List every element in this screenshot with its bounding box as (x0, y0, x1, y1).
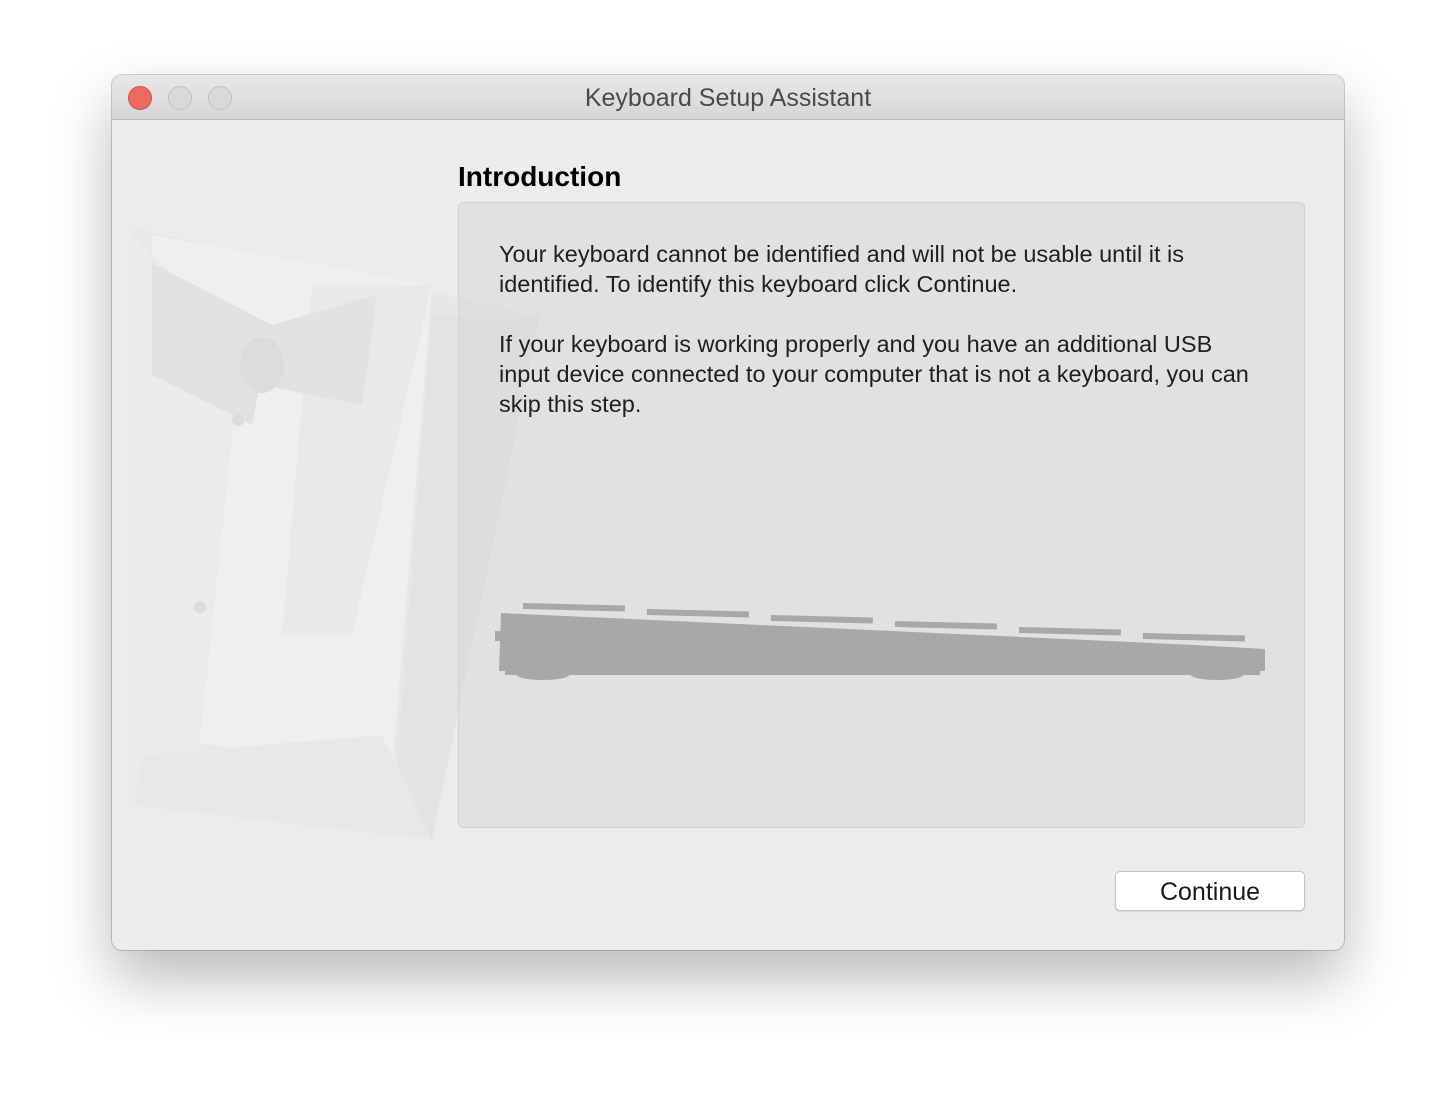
titlebar[interactable]: Keyboard Setup Assistant (112, 75, 1344, 120)
content-panel: Your keyboard cannot be identified and w… (458, 202, 1305, 828)
keyboard-side-icon (495, 603, 1265, 680)
intro-paragraph: Your keyboard cannot be identified and w… (499, 241, 1184, 297)
continue-button[interactable]: Continue (1115, 871, 1305, 911)
page-title: Introduction (458, 161, 622, 192)
window-title: Keyboard Setup Assistant (584, 84, 872, 112)
skip-paragraph: If your keyboard is working properly and… (499, 331, 1249, 417)
setup-assistant-window: Keyboard Setup Assistant Introduction Yo… (112, 75, 1344, 950)
